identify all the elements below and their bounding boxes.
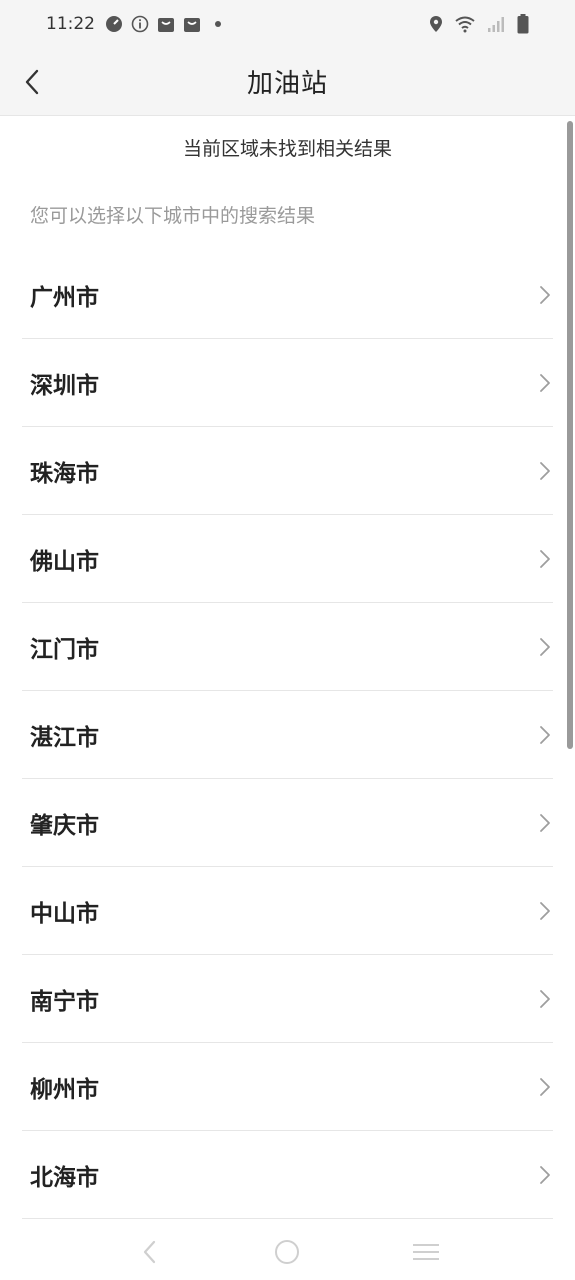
page-title: 加油站 (246, 69, 328, 99)
city-item[interactable]: 柳州市 (22, 1043, 553, 1131)
header: 加油站 (0, 48, 575, 116)
city-name: 中山市 (30, 900, 99, 927)
bag-icon (158, 18, 174, 32)
no-result-notice: 当前区域未找到相关结果 (182, 137, 392, 160)
chevron-right-icon (539, 988, 553, 1010)
info-icon (131, 15, 149, 33)
back-button[interactable] (12, 62, 52, 102)
city-item[interactable]: 江门市 (22, 603, 553, 691)
city-name: 广州市 (30, 284, 99, 311)
city-name: 佛山市 (30, 548, 99, 575)
chevron-right-icon (539, 1076, 553, 1098)
nav-back-button[interactable] (129, 1232, 169, 1272)
battery-icon (517, 14, 529, 34)
city-item[interactable]: 深圳市 (22, 339, 553, 427)
chevron-right-icon (539, 636, 553, 658)
city-name: 北海市 (30, 1164, 99, 1191)
city-item[interactable]: 南宁市 (22, 955, 553, 1043)
city-name: 肇庆市 (30, 812, 99, 839)
nav-menu-button[interactable] (406, 1232, 446, 1272)
chevron-right-icon (539, 900, 553, 922)
city-name: 珠海市 (30, 460, 99, 487)
chevron-right-icon (539, 284, 553, 306)
scrollbar[interactable] (567, 121, 573, 749)
city-name: 湛江市 (30, 724, 99, 751)
city-item[interactable]: 北海市 (22, 1131, 553, 1219)
city-name: 南宁市 (30, 988, 99, 1015)
chevron-right-icon (539, 548, 553, 570)
nav-menu-icon (412, 1244, 439, 1260)
city-hint: 您可以选择以下城市中的搜索结果 (30, 204, 316, 227)
speedometer-icon (106, 16, 122, 32)
nav-home-button[interactable] (267, 1232, 307, 1272)
chevron-right-icon (539, 460, 553, 482)
city-item[interactable]: 湛江市 (22, 691, 553, 779)
nav-back-icon (144, 1240, 156, 1264)
city-name: 江门市 (30, 636, 99, 663)
chevron-right-icon (539, 724, 553, 746)
city-item[interactable]: 佛山市 (22, 515, 553, 603)
city-name: 深圳市 (30, 372, 99, 399)
chevron-right-icon (539, 812, 553, 834)
city-item[interactable]: 珠海市 (22, 427, 553, 515)
chevron-right-icon (539, 1164, 553, 1186)
system-nav-bar (0, 1224, 575, 1280)
nav-home-icon (275, 1240, 300, 1264)
city-item[interactable]: 中山市 (22, 867, 553, 955)
city-name: 柳州市 (30, 1076, 99, 1103)
status-bar: 11:22 (0, 0, 575, 48)
location-icon (430, 16, 442, 32)
bag-icon (184, 18, 200, 32)
wifi-icon (455, 16, 475, 33)
city-item[interactable]: 肇庆市 (22, 779, 553, 867)
city-list: 广州市 深圳市 珠海市 佛山市 江门市 湛江市 肇庆市 中山市 南宁市 柳州市 … (22, 251, 553, 1219)
status-time: 11:22 (46, 14, 95, 34)
city-item[interactable]: 广州市 (22, 251, 553, 339)
dot-icon (215, 21, 221, 27)
chevron-left-icon (25, 69, 39, 95)
main-content: 当前区域未找到相关结果 您可以选择以下城市中的搜索结果 广州市 深圳市 珠海市 … (0, 117, 575, 1219)
signal-icon (488, 17, 504, 32)
chevron-right-icon (539, 372, 553, 394)
